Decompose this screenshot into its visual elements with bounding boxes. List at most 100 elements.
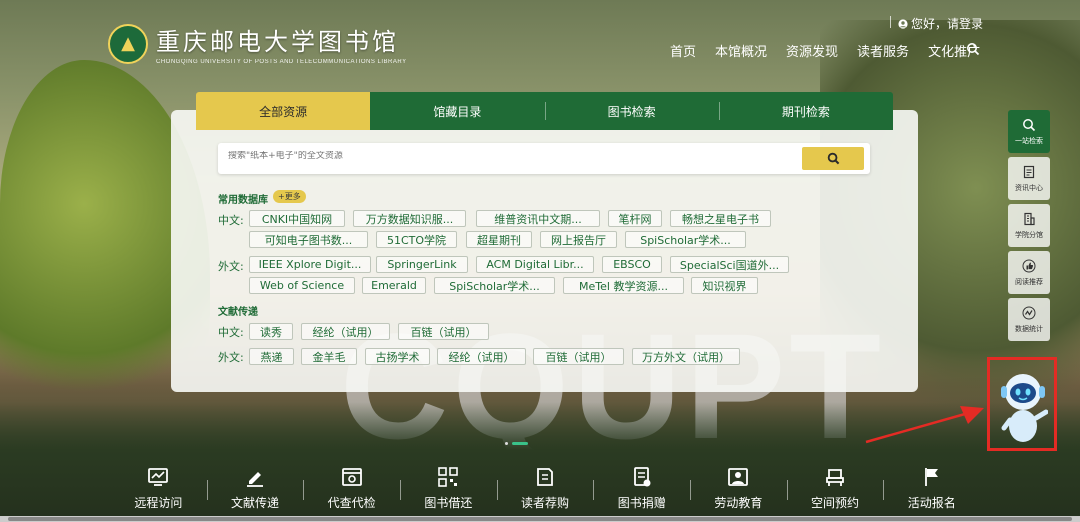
sidebar-item-branch[interactable]: 学院分馆 [1008,204,1050,247]
service-label: 劳动教育 [714,496,763,510]
library-logo[interactable]: ▲ 重庆邮电大学图书馆 CHONGQING UNIVERSITY OF POST… [108,22,407,65]
building-icon [1024,212,1035,225]
right-sidebar: 一站检索 资讯中心 学院分馆 阅读推荐 数据统计 [1008,110,1050,345]
database-link[interactable]: 维普资讯中文期... [476,210,600,227]
tab-journals[interactable]: 期刊检索 [718,92,893,130]
sidebar-item-news[interactable]: 资讯中心 [1008,157,1050,200]
database-link[interactable]: 知识视界 [691,277,758,294]
delivery-en-label: 外文: [218,351,244,364]
book-icon [537,468,553,486]
sidebar-label: 学院分馆 [1015,230,1043,239]
service-remote-access[interactable]: 远程访问 [110,462,207,517]
database-link[interactable]: SpecialSci国道外... [670,256,789,273]
person-card-icon [728,468,749,486]
user-icon [898,18,908,29]
service-event-signup[interactable]: 活动报名 [883,462,980,517]
service-document-delivery[interactable]: 文献传递 [206,462,304,517]
service-labor-education[interactable]: 劳动教育 [690,462,787,517]
service-space-booking[interactable]: 空间预约 [786,462,884,517]
donation-doc-icon [633,467,651,487]
qr-code-icon [438,467,459,487]
delivery-link[interactable]: 经纶（试用） [301,323,390,340]
service-search-proxy[interactable]: 代查代检 [303,462,400,517]
university-emblem-icon: ▲ [108,23,148,64]
nav-about[interactable]: 本馆概况 [715,41,767,60]
database-link[interactable]: SpiScholar学术... [625,231,746,248]
sidebar-label: 资讯中心 [1015,183,1043,192]
nav-resources[interactable]: 资源发现 [786,41,838,60]
delivery-link[interactable]: 百链（试用） [533,348,624,365]
search-icon [827,152,839,165]
scrollbar-thumb[interactable] [8,517,1072,521]
database-link[interactable]: CNKI中国知网 [249,210,345,227]
search-input[interactable] [228,151,788,161]
sidebar-item-search[interactable]: 一站检索 [1008,110,1050,153]
sidebar-item-recommend[interactable]: 阅读推荐 [1008,251,1050,294]
thumbs-up-icon [1022,259,1036,272]
delivery-link[interactable]: 燕递 [249,348,294,365]
browser-icon [341,468,362,486]
login-link[interactable]: 您好，请登录 [890,15,983,32]
delivery-link[interactable]: 古扬学术 [365,348,430,365]
pen-icon [247,472,263,487]
service-label: 代查代检 [327,496,376,510]
tab-catalog[interactable]: 馆藏目录 [370,92,545,130]
database-link[interactable]: 可知电子图书数... [249,231,368,248]
databases-title: 常用数据库 [218,195,268,206]
database-link[interactable]: MeTel 教学资源... [563,277,684,294]
database-link[interactable]: SpringerLink [376,256,468,273]
search-icon[interactable] [966,42,980,56]
sidebar-item-stats[interactable]: 数据统计 [1008,298,1050,341]
seat-icon [826,469,844,486]
database-link[interactable]: 网上报告厅 [540,231,617,248]
databases-more-link[interactable]: +更多 [273,190,306,203]
service-book-donation[interactable]: 图书捐赠 [593,462,690,517]
database-link[interactable]: SpiScholar学术... [434,277,555,294]
database-link[interactable]: 51CTO学院 [376,231,457,248]
delivery-link[interactable]: 金羊毛 [301,348,357,365]
database-link[interactable]: 畅想之星电子书 [670,210,771,227]
divider [890,16,891,28]
library-name-en: CHONGQING UNIVERSITY OF POSTS AND TELECO… [156,59,407,65]
database-link[interactable]: ACM Digital Libr... [476,256,594,273]
nav-services[interactable]: 读者服务 [857,41,909,60]
quick-services-bar: 远程访问 文献传递 代查代检 图书借还 读者荐购 图书捐赠 劳动教育 空间预约 … [110,462,980,517]
nav-home[interactable]: 首页 [670,41,696,60]
ai-assistant-highlight[interactable] [987,357,1057,451]
flag-icon [924,468,938,486]
service-label: 活动报名 [907,496,956,510]
carousel-indicator [505,442,528,445]
carousel-dot[interactable] [505,442,508,445]
database-link[interactable]: IEEE Xplore Digit... [249,256,371,273]
database-link[interactable]: 超星期刊 [466,231,532,248]
database-link[interactable]: 笔杆网 [608,210,662,227]
en-label: 外文: [218,260,244,273]
service-label: 空间预约 [811,496,860,510]
service-label: 读者荐购 [521,496,570,510]
search-button[interactable] [802,147,864,170]
chart-icon [1022,306,1036,319]
robot-assistant-icon [1001,374,1048,442]
delivery-link[interactable]: 经纶（试用） [437,348,526,365]
library-name: 重庆邮电大学图书馆 [156,28,399,56]
database-link[interactable]: Emerald [362,277,426,294]
database-link[interactable]: EBSCO [602,256,662,273]
delivery-link[interactable]: 百链（试用） [398,323,489,340]
carousel-dot-active[interactable] [512,442,528,445]
delivery-link[interactable]: 万方外文（试用） [632,348,740,365]
delivery-cn-label: 中文: [218,326,244,339]
service-label: 图书捐赠 [617,496,666,510]
service-purchase-request[interactable]: 读者荐购 [496,462,594,517]
tab-books[interactable]: 图书检索 [544,92,719,130]
service-label: 远程访问 [134,496,183,510]
header: ▲ 重庆邮电大学图书馆 CHONGQING UNIVERSITY OF POST… [0,0,1080,70]
service-book-borrow[interactable]: 图书借还 [400,462,497,517]
horizontal-scrollbar[interactable] [0,516,1080,522]
database-link[interactable]: Web of Science [249,277,355,294]
sidebar-label: 阅读推荐 [1015,277,1043,286]
tab-all-resources[interactable]: 全部资源 [196,92,371,130]
sidebar-label: 数据统计 [1015,324,1043,333]
database-link[interactable]: 万方数据知识服... [353,210,466,227]
delivery-link[interactable]: 读秀 [249,323,293,340]
sidebar-label: 一站检索 [1015,136,1043,145]
